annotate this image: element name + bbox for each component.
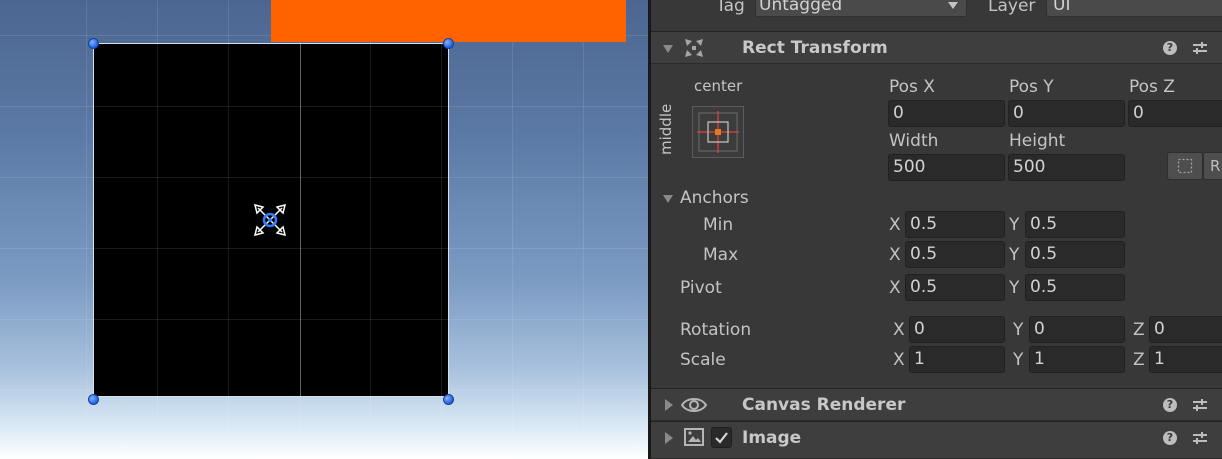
help-icon[interactable]: ? [1163,398,1177,412]
scale-y-field[interactable]: 1 [1029,346,1125,373]
pos-x-label: Pos X [889,77,935,97]
scale-y-label: Y [1013,350,1024,370]
orange-panel[interactable] [271,0,626,42]
scale-z-label: Z [1133,350,1145,370]
anchor-max-label: Max [703,245,739,265]
anchor-preset-button[interactable] [692,106,744,158]
rect-transform-icon [685,39,703,57]
layer-label: Layer [988,0,1036,16]
canvas-renderer-header[interactable]: Canvas Renderer ? [651,388,1222,421]
rotation-label: Rotation [680,320,752,340]
anchor-preset-v-label: middle [657,103,675,155]
anchor-max-x-field[interactable]: 0.5 [905,241,1005,268]
grid-line [94,106,448,107]
help-icon[interactable]: ? [1163,41,1177,55]
scene-view[interactable] [0,0,648,459]
grid-line [94,177,448,178]
grid-line [157,44,158,396]
width-field[interactable]: 500 [888,154,1005,181]
expand-arrow-icon[interactable] [665,399,673,411]
image-enabled-checkbox[interactable] [711,427,732,448]
pivot-x-label: X [889,278,901,298]
rotation-x-label: X [893,320,905,340]
scale-label: Scale [680,350,726,370]
anchor-max-y-field[interactable]: 0.5 [1025,241,1125,268]
tag-label: Tag [716,0,745,16]
pivot-y-label: Y [1009,278,1020,298]
rotation-z-field[interactable]: 0 [1149,316,1222,343]
center-guide-line [300,44,301,396]
resize-handle-bottom-left[interactable] [88,394,99,405]
blueprint-mode-button[interactable] [1167,152,1203,180]
rect-transform-header[interactable]: Rect Transform ? [651,31,1222,64]
scale-z-field[interactable]: 1 [1149,346,1222,373]
pos-y-field[interactable]: 0 [1008,100,1125,127]
anchors-foldout-arrow-icon[interactable] [663,195,673,203]
expand-arrow-icon[interactable] [665,432,673,444]
inspector-panel: Tag Untagged Layer UI Rect Transform ? c… [651,0,1222,459]
pivot-label: Pivot [680,278,722,298]
eye-icon [681,398,707,412]
anchor-min-label: Min [703,215,734,235]
grid-line [370,44,371,396]
rotation-z-label: Z [1133,320,1145,340]
anchor-preset-h-label: center [694,77,743,95]
height-field[interactable]: 500 [1008,154,1125,181]
tag-dropdown[interactable]: Untagged [755,0,967,17]
rect-transform-title: Rect Transform [742,38,888,58]
anchor-min-x-label: X [889,215,901,235]
anchor-min-y-field[interactable]: 0.5 [1025,211,1125,238]
grid-line [94,319,448,320]
scale-x-field[interactable]: 1 [909,346,1005,373]
pivot-x-field[interactable]: 0.5 [905,274,1005,301]
anchor-min-y-label: Y [1009,215,1020,235]
grid-line [94,248,448,249]
layer-dropdown-value: UI [1053,0,1071,15]
raw-edit-button[interactable]: R [1203,152,1222,180]
resize-handle-top-right[interactable] [443,38,454,49]
canvas-renderer-title: Canvas Renderer [742,395,906,415]
pivot-y-field[interactable]: 0.5 [1025,274,1125,301]
resize-handle-top-left[interactable] [88,38,99,49]
image-title: Image [742,428,802,448]
pos-z-field[interactable]: 0 [1128,100,1222,127]
grid-line [228,44,229,396]
help-icon[interactable]: ? [1163,431,1177,445]
checkbox-icon [715,432,728,444]
tag-dropdown-value: Untagged [759,0,843,15]
pos-z-label: Pos Z [1129,77,1175,97]
anchor-preset-icon [697,111,739,153]
image-icon [684,428,704,446]
preset-icon[interactable] [1192,397,1208,413]
dropdown-arrow-icon [948,2,958,9]
pos-x-field[interactable]: 0 [888,100,1005,127]
anchor-max-x-label: X [889,245,901,265]
collapse-arrow-icon[interactable] [663,45,673,53]
rotation-x-field[interactable]: 0 [909,316,1005,343]
image-component-header[interactable]: Image ? [651,421,1222,459]
preset-icon[interactable] [1192,40,1208,56]
anchors-label[interactable]: Anchors [680,188,749,208]
layer-dropdown[interactable]: UI [1046,0,1222,17]
pos-y-label: Pos Y [1009,77,1054,97]
anchor-max-y-label: Y [1009,245,1020,265]
height-label: Height [1009,131,1066,151]
rotation-y-field[interactable]: 0 [1029,316,1125,343]
anchor-min-x-field[interactable]: 0.5 [905,211,1005,238]
resize-handle-bottom-right[interactable] [443,394,454,405]
rotation-y-label: Y [1013,320,1024,340]
blueprint-mode-icon [1177,158,1193,174]
pivot-gizmo-icon[interactable] [252,202,288,238]
scale-x-label: X [893,350,905,370]
width-label: Width [889,131,939,151]
grid-line [441,44,442,396]
preset-icon[interactable] [1192,430,1208,446]
